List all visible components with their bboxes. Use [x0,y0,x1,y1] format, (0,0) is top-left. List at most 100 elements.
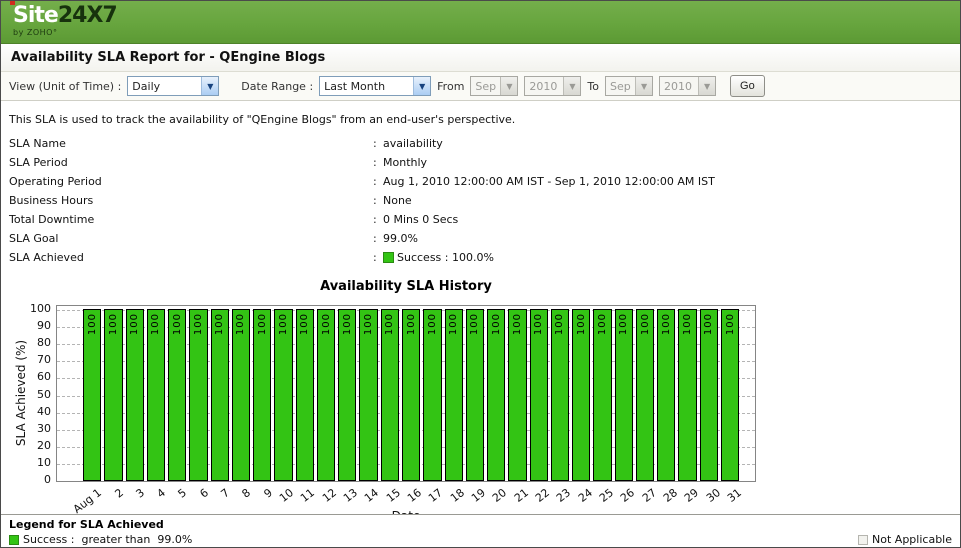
x-tick-label: 5 [176,486,190,501]
bar[interactable]: 100 [615,309,633,481]
site24x7-logo: Site24x7 by ZOHO° [13,5,117,37]
app-header: Site24x7 by ZOHO° [1,1,960,44]
detail-row: SLA Achieved:Success : 100.0% [9,248,952,267]
from-year-value: 2010 [525,80,561,93]
to-year-select[interactable]: 2010 ▼ [659,76,716,96]
detail-row: Total Downtime:0 Mins 0 Secs [9,210,952,229]
bar[interactable]: 100 [678,309,696,481]
from-year-select[interactable]: 2010 ▼ [524,76,581,96]
sla-report-page: Site24x7 by ZOHO° Availability SLA Repor… [0,0,961,548]
bar[interactable]: 100 [104,309,122,481]
x-tick-label: 23 [554,486,573,505]
detail-value: 0 Mins 0 Secs [383,213,458,226]
y-tick-label: 30 [11,422,51,435]
bar-value-label: 100 [278,313,289,335]
date-range-select[interactable]: Last Month ▼ [319,76,431,96]
x-tick-label: 7 [219,486,233,501]
bar[interactable]: 100 [232,309,250,481]
detail-row: SLA Period:Monthly [9,153,952,172]
success-swatch-icon [9,535,19,545]
detail-row: SLA Goal:99.0% [9,229,952,248]
x-tick-label: 30 [704,486,723,505]
bar[interactable]: 100 [572,309,590,481]
bar[interactable]: 100 [253,309,271,481]
bar[interactable]: 100 [274,309,292,481]
detail-label: SLA Name [9,137,373,150]
chevron-down-icon: ▼ [563,77,580,95]
bar[interactable]: 100 [466,309,484,481]
bar[interactable]: 100 [487,309,505,481]
bar-value-label: 100 [576,313,587,335]
x-tick-label: 18 [448,486,467,505]
sla-details: SLA Name:availabilitySLA Period:MonthlyO… [9,134,952,267]
bar[interactable]: 100 [445,309,463,481]
detail-colon: : [373,137,383,150]
legend-item-not-applicable: Not Applicable [858,533,952,546]
bar[interactable]: 100 [636,309,654,481]
from-label: From [437,80,464,93]
bar[interactable]: 100 [189,309,207,481]
view-label: View (Unit of Time) : [9,80,121,93]
bar[interactable]: 100 [721,309,739,481]
go-button[interactable]: Go [730,75,765,97]
bar[interactable]: 100 [147,309,165,481]
bar[interactable]: 100 [530,309,548,481]
bar[interactable]: 100 [126,309,144,481]
from-month-select[interactable]: Sep ▼ [470,76,518,96]
to-month-select[interactable]: Sep ▼ [605,76,653,96]
bars-container: 1001001001001001001001001001001001001001… [57,310,755,481]
bar[interactable]: 100 [211,309,229,481]
bar-value-label: 100 [427,313,438,335]
bar[interactable]: 100 [593,309,611,481]
x-tick-label: 28 [661,486,680,505]
detail-colon: : [373,175,383,188]
bar[interactable]: 100 [296,309,314,481]
bar-value-label: 100 [235,313,246,335]
detail-value: availability [383,137,443,150]
date-range-select-value: Last Month [320,80,389,93]
x-tick-label: 21 [512,486,531,505]
x-tick-label: 12 [320,486,339,505]
detail-colon: : [373,156,383,169]
to-year-value: 2010 [660,80,696,93]
x-tick-label: 27 [640,486,659,505]
bar-value-label: 100 [597,313,608,335]
detail-colon: : [373,213,383,226]
bar-value-label: 100 [491,313,502,335]
x-tick-label: 2 [112,486,126,501]
bar[interactable]: 100 [657,309,675,481]
y-tick-label: 80 [11,336,51,349]
bar-value-label: 100 [384,313,395,335]
bar-value-label: 100 [129,313,140,335]
x-tick-label: 9 [261,486,275,501]
view-select-value: Daily [128,80,164,93]
detail-label: Business Hours [9,194,373,207]
bar[interactable]: 100 [551,309,569,481]
bar[interactable]: 100 [402,309,420,481]
x-tick-label: 13 [341,486,360,505]
x-tick-label: 10 [277,486,296,505]
bar-value-label: 100 [533,313,544,335]
bar[interactable]: 100 [338,309,356,481]
bar-value-label: 100 [618,313,629,335]
view-select[interactable]: Daily ▼ [127,76,219,96]
y-tick-label: 90 [11,319,51,332]
bar[interactable]: 100 [381,309,399,481]
bar[interactable]: 100 [508,309,526,481]
y-tick-label: 0 [11,473,51,486]
detail-row: Business Hours:None [9,191,952,210]
chevron-down-icon: ▼ [698,77,715,95]
x-tick-label: 24 [576,486,595,505]
bar-value-label: 100 [342,313,353,335]
bar[interactable]: 100 [359,309,377,481]
x-tick-label: 3 [133,486,147,501]
bar[interactable]: 100 [168,309,186,481]
x-tick-label: 11 [298,486,317,505]
y-tick-label: 100 [11,302,51,315]
bar[interactable]: 100 [423,309,441,481]
bar[interactable]: 100 [700,309,718,481]
bar[interactable]: 100 [317,309,335,481]
bar-value-label: 100 [150,313,161,335]
detail-label: SLA Period [9,156,373,169]
bar[interactable]: 100 [83,309,101,481]
